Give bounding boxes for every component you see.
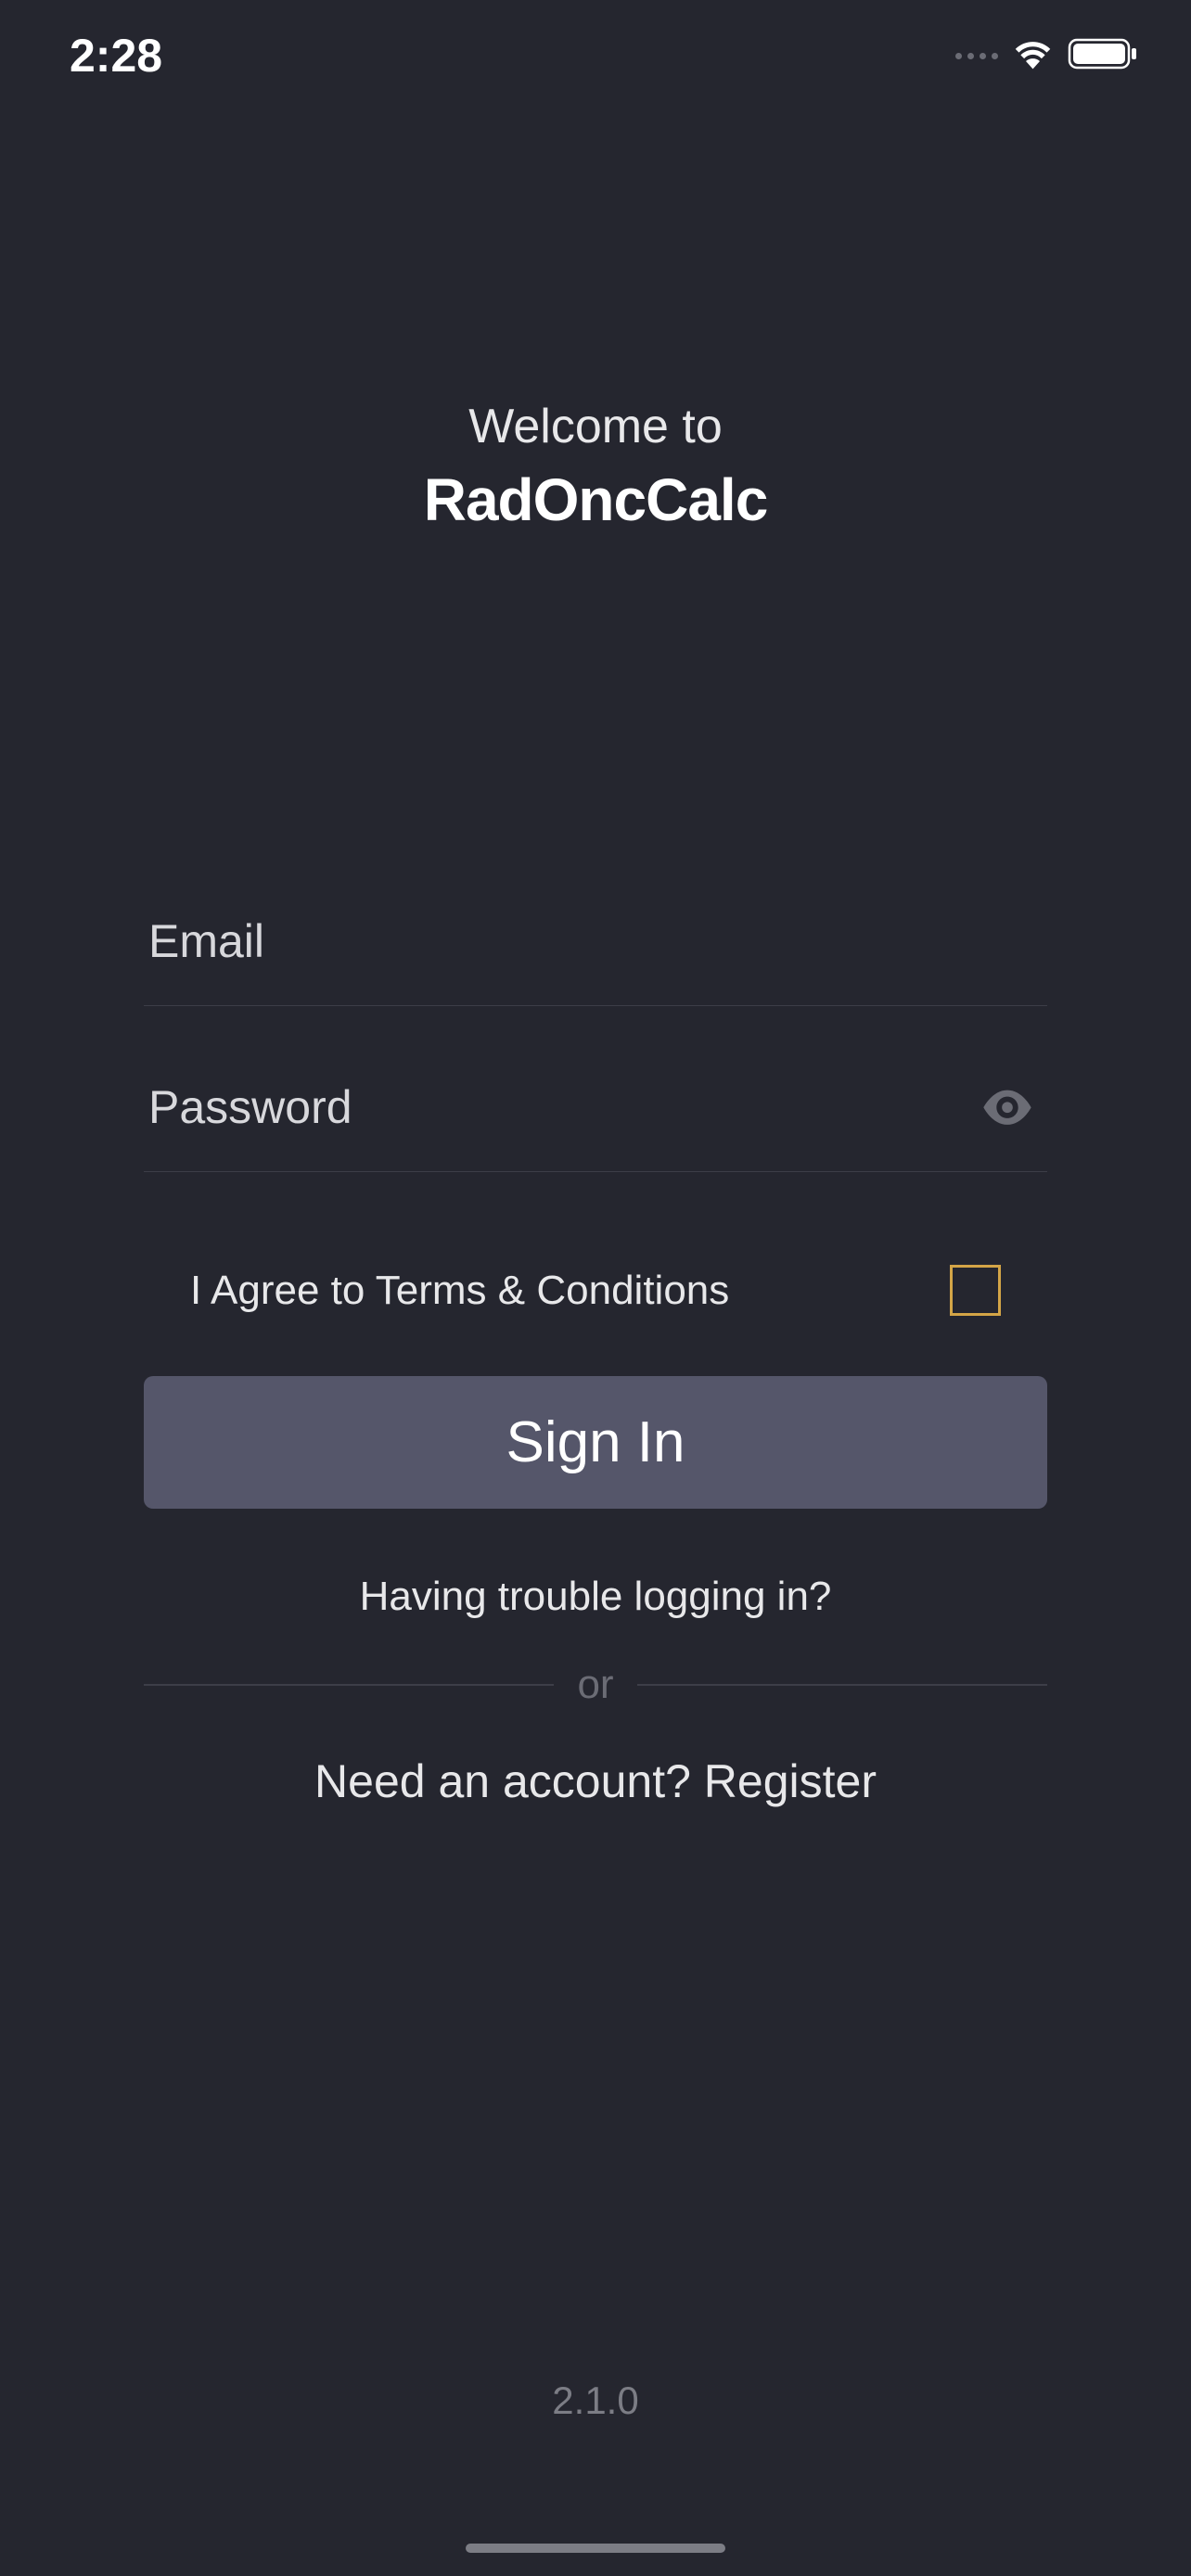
divider-line-right bbox=[637, 1684, 1047, 1686]
battery-icon bbox=[1068, 36, 1140, 76]
email-group bbox=[144, 886, 1047, 1006]
header: Welcome to RadOncCalc bbox=[0, 399, 1191, 534]
register-link[interactable]: Need an account? Register bbox=[144, 1754, 1047, 1808]
home-indicator[interactable] bbox=[466, 2544, 725, 2553]
divider-text: or bbox=[577, 1662, 613, 1708]
trouble-logging-in-link[interactable]: Having trouble logging in? bbox=[144, 1574, 1047, 1620]
status-time: 2:28 bbox=[70, 29, 162, 83]
signal-dots-icon bbox=[955, 53, 998, 59]
app-name: RadOncCalc bbox=[0, 465, 1191, 534]
divider: or bbox=[144, 1662, 1047, 1708]
signin-button[interactable]: Sign In bbox=[144, 1376, 1047, 1509]
password-field[interactable] bbox=[144, 1052, 1047, 1171]
divider-line-left bbox=[144, 1684, 554, 1686]
email-field[interactable] bbox=[144, 886, 1047, 1005]
version-label: 2.1.0 bbox=[552, 2378, 638, 2423]
password-group bbox=[144, 1052, 1047, 1172]
login-form: I Agree to Terms & Conditions Sign In Ha… bbox=[0, 886, 1191, 1808]
terms-label[interactable]: I Agree to Terms & Conditions bbox=[190, 1268, 729, 1314]
wifi-icon bbox=[1012, 37, 1054, 74]
terms-row: I Agree to Terms & Conditions bbox=[144, 1218, 1047, 1353]
status-icons bbox=[955, 36, 1140, 76]
status-bar: 2:28 bbox=[0, 0, 1191, 102]
terms-checkbox[interactable] bbox=[950, 1265, 1001, 1316]
toggle-password-visibility-icon[interactable] bbox=[981, 1089, 1033, 1130]
welcome-text: Welcome to bbox=[0, 399, 1191, 454]
